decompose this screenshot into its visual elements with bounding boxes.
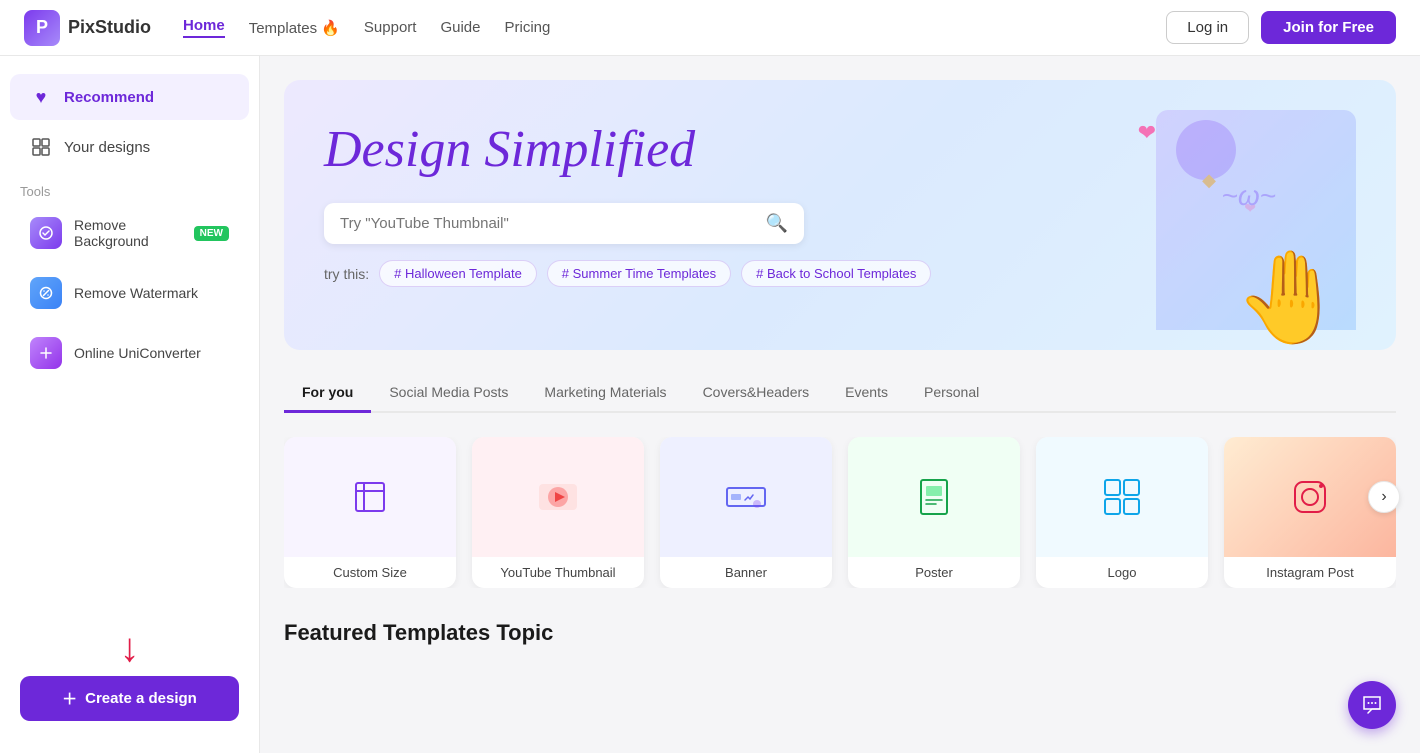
logo-icon: P [24, 10, 60, 46]
featured-section-title: Featured Templates Topic [284, 620, 1396, 646]
remove-bg-label: Remove Background [74, 217, 182, 249]
nav-templates[interactable]: Templates 🔥 [249, 19, 340, 37]
sidebar-tool-remove-bg[interactable]: Remove Background NEW [10, 205, 249, 261]
deco-heart-icon2: ❤ [1244, 200, 1256, 217]
nav-home[interactable]: Home [183, 17, 225, 38]
logo-label: Logo [1036, 557, 1208, 588]
template-card-banner[interactable]: Banner [660, 437, 832, 588]
layout: ♥ Recommend Your designs Tools Remove Ba… [0, 56, 1420, 753]
try-this-label: try this: [324, 266, 369, 282]
logo-thumb [1036, 437, 1208, 557]
tools-section-label: Tools [0, 172, 259, 203]
search-icon[interactable]: 🔍 [766, 213, 788, 234]
logo[interactable]: P PixStudio [24, 10, 151, 46]
custom-size-thumb [284, 437, 456, 557]
sidebar-bottom: ↓ ＋ Create a design [0, 612, 259, 737]
new-badge: NEW [194, 226, 229, 241]
youtube-label: YouTube Thumbnail [472, 557, 644, 588]
login-button[interactable]: Log in [1166, 11, 1249, 44]
sidebar-tool-uniconverter[interactable]: Online UniConverter [10, 325, 249, 381]
poster-thumb [848, 437, 1020, 557]
category-tabs: For you Social Media Posts Marketing Mat… [284, 374, 1396, 413]
arrow-down-indicator: ↓ [20, 628, 239, 668]
tab-events[interactable]: Events [827, 374, 906, 413]
banner-thumb [660, 437, 832, 557]
nav-guide[interactable]: Guide [440, 19, 480, 36]
template-cards-section: Custom Size YouTube Thumbnail Banner [284, 437, 1396, 588]
poster-label: Poster [848, 557, 1020, 588]
main-content: Design Simplified 🔍 try this: # Hallowee… [260, 56, 1420, 753]
tab-social-media[interactable]: Social Media Posts [371, 374, 526, 413]
tag-summer[interactable]: # Summer Time Templates [547, 260, 731, 287]
nav-actions: Log in Join for Free [1166, 11, 1396, 44]
nav-links: Home Templates 🔥 Support Guide Pricing [183, 17, 1166, 38]
create-design-button[interactable]: ＋ Create a design [20, 676, 239, 721]
tab-personal[interactable]: Personal [906, 374, 997, 413]
hero-banner: Design Simplified 🔍 try this: # Hallowee… [284, 80, 1396, 350]
plus-icon: ＋ [62, 688, 77, 709]
tab-covers[interactable]: Covers&Headers [685, 374, 828, 413]
template-card-youtube[interactable]: YouTube Thumbnail [472, 437, 644, 588]
template-card-logo[interactable]: Logo [1036, 437, 1208, 588]
tag-school[interactable]: # Back to School Templates [741, 260, 931, 287]
nav-support[interactable]: Support [364, 19, 417, 36]
instagram-label: Instagram Post [1224, 557, 1396, 588]
youtube-thumb [472, 437, 644, 557]
navbar: P PixStudio Home Templates 🔥 Support Gui… [0, 0, 1420, 56]
nav-pricing[interactable]: Pricing [505, 19, 551, 36]
heart-icon: ♥ [30, 86, 52, 108]
hero-title: Design Simplified [324, 120, 1356, 179]
search-input[interactable] [340, 215, 766, 232]
sidebar-item-your-designs[interactable]: Your designs [10, 124, 249, 170]
banner-label: Banner [660, 557, 832, 588]
sidebar-tool-remove-watermark[interactable]: Remove Watermark [10, 265, 249, 321]
sidebar: ♥ Recommend Your designs Tools Remove Ba… [0, 56, 260, 753]
deco-squiggle: ~ω~ [1221, 180, 1276, 212]
arrow-down-icon: ↓ [120, 628, 140, 668]
join-button[interactable]: Join for Free [1261, 11, 1396, 44]
search-bar: 🔍 [324, 203, 804, 244]
tab-marketing[interactable]: Marketing Materials [526, 374, 684, 413]
remove-watermark-label: Remove Watermark [74, 285, 198, 301]
sidebar-recommend-label: Recommend [64, 89, 154, 106]
designs-icon [30, 136, 52, 158]
uniconverter-label: Online UniConverter [74, 345, 201, 361]
tag-halloween[interactable]: # Halloween Template [379, 260, 537, 287]
uniconverter-icon [30, 337, 62, 369]
remove-bg-icon [30, 217, 62, 249]
template-row: Custom Size YouTube Thumbnail Banner [284, 437, 1396, 588]
sidebar-item-recommend[interactable]: ♥ Recommend [10, 74, 249, 120]
remove-watermark-icon [30, 277, 62, 309]
custom-size-label: Custom Size [284, 557, 456, 588]
template-card-custom-size[interactable]: Custom Size [284, 437, 456, 588]
try-this-section: try this: # Halloween Template # Summer … [324, 260, 1356, 287]
chat-fab-button[interactable] [1348, 681, 1396, 729]
logo-text: PixStudio [68, 17, 151, 38]
next-arrow-button[interactable]: › [1368, 481, 1400, 513]
your-designs-label: Your designs [64, 139, 150, 156]
template-card-instagram[interactable]: Instagram Post [1224, 437, 1396, 588]
tab-for-you[interactable]: For you [284, 374, 371, 413]
template-card-poster[interactable]: Poster [848, 437, 1020, 588]
